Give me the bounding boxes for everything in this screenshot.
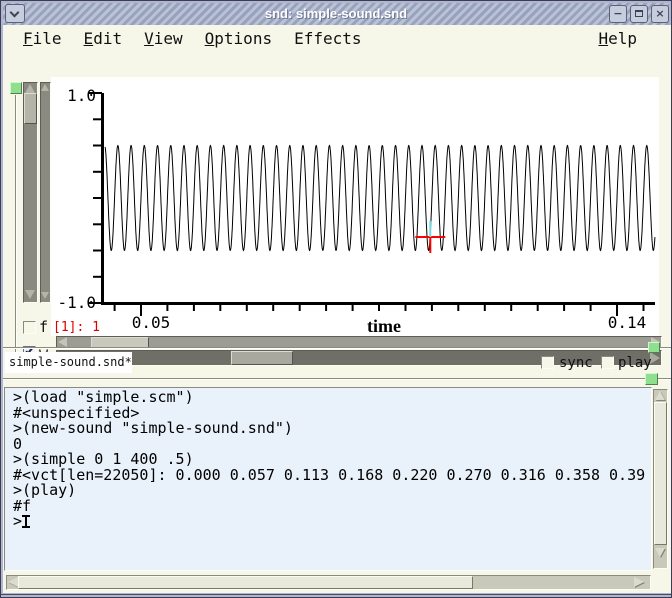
arrow-left-icon[interactable] [8, 577, 18, 587]
arrow-up-icon[interactable] [655, 391, 665, 400]
titlebar[interactable]: snd: simple-sound.snd − × [3, 3, 669, 25]
arrow-up-icon[interactable] [25, 84, 35, 93]
listener-line: >(play) [13, 483, 645, 499]
listener-line: #<vct[len=22050]: 0.000 0.057 0.113 0.16… [13, 468, 645, 484]
minibuffer-row: simple-sound.snd* sync play [3, 349, 671, 378]
close-icon: × [655, 7, 664, 20]
arrow-right-icon[interactable] [634, 577, 644, 587]
y-zoom-thumb[interactable] [24, 93, 37, 124]
sync-label: sync [559, 355, 593, 371]
listener-line: #f [13, 499, 645, 515]
listener-lines: >(load "simple.scm")#<unspecified>>(new-… [13, 390, 645, 530]
listener-text-area[interactable]: >(load "simple.scm")#<unspecified>>(new-… [4, 387, 652, 571]
window-content: FileEditViewOptionsEffects Help 1. [3, 25, 671, 593]
listener-line: > [13, 514, 645, 530]
listener-line: >(new-sound "simple-sound.snd") [13, 421, 645, 437]
close-button[interactable]: × [651, 5, 669, 23]
waveform [105, 146, 655, 251]
text-cursor [22, 515, 31, 528]
x-tick-label-right: 0.14 [608, 313, 647, 332]
menu-help[interactable]: Help [598, 29, 637, 48]
sound-pane: 1.0-1.00.050.14time f [1]: 1 w [3, 49, 671, 349]
pane-sash-line-left [15, 95, 17, 367]
menu-effects[interactable]: Effects [294, 29, 361, 48]
play-label: play [618, 355, 652, 371]
f-checkbox[interactable] [23, 321, 36, 334]
y-max-label: 1.0 [67, 86, 96, 105]
arrow-up-icon[interactable] [41, 84, 49, 91]
minimize-button[interactable]: − [609, 5, 627, 23]
square-icon [635, 10, 643, 17]
menu-file[interactable]: File [23, 29, 62, 48]
time-axis-label: time [367, 316, 401, 336]
sync-checkbox[interactable] [541, 356, 554, 369]
maximize-button[interactable] [630, 5, 648, 23]
window-title: snd: simple-sound.snd [3, 6, 669, 21]
menubar-items: File Edit View Options Effects [23, 29, 384, 48]
y-min-label: -1.0 [57, 293, 96, 312]
arrow-down-icon[interactable] [41, 292, 49, 299]
filename-label: simple-sound.snd* [9, 355, 132, 369]
f-label: f [39, 318, 48, 336]
waveform-canvas[interactable]: 1.0 -1.0 0.05 0.14 time [51, 77, 659, 336]
listener-h-thumb[interactable] [18, 576, 473, 589]
edit-position-status: [1]: 1 [53, 320, 100, 335]
listener-v-thumb[interactable] [654, 402, 667, 545]
arrow-down-icon[interactable] [655, 548, 665, 557]
minus-icon: − [613, 7, 622, 20]
menu-edit[interactable]: Edit [84, 29, 123, 48]
menu-view[interactable]: View [144, 29, 183, 48]
arrow-left-icon[interactable] [58, 337, 67, 347]
pane-sash-handle-left[interactable] [10, 82, 22, 94]
snd-window: snd: simple-sound.snd − × File Edit View Op… [0, 0, 672, 598]
play-checkbox[interactable] [601, 356, 614, 369]
listener-pane: >(load "simple.scm")#<unspecified>>(new-… [3, 380, 671, 593]
menubar: File Edit View Options Effects Help [3, 25, 671, 49]
arrow-down-icon[interactable] [25, 290, 35, 299]
menu-options[interactable]: Options [205, 29, 272, 48]
x-tick-label-left: 0.05 [132, 313, 171, 332]
